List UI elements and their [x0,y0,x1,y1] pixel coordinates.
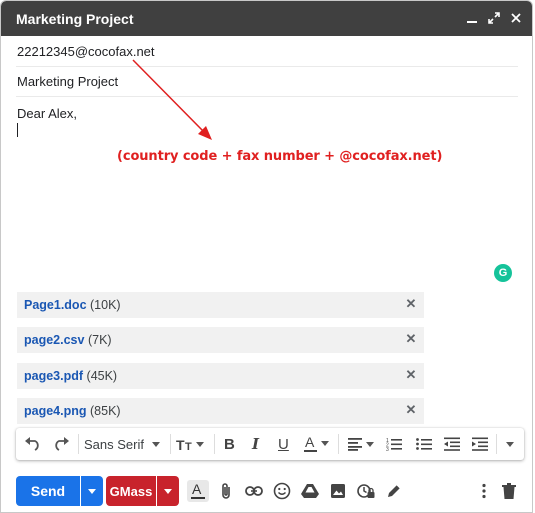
insert-link-icon[interactable] [243,480,265,502]
annotation-note: (country code + fax number + @cocofax.ne… [117,149,443,164]
google-drive-icon[interactable] [299,480,321,502]
signature-icon[interactable] [383,480,405,502]
more-options-icon[interactable] [473,480,495,502]
emoji-icon[interactable] [271,480,293,502]
subject-text[interactable]: Marketing Project [17,74,118,89]
toolbar-divider [214,434,215,454]
toolbar-divider [338,434,339,454]
remove-attachment-icon[interactable]: ✕ [405,368,417,382]
attachment-name: page2.csv (7K) [24,333,112,347]
attach-file-icon[interactable] [215,480,237,502]
underline-icon[interactable]: U [278,434,289,454]
attachment-name: page3.pdf (45K) [24,369,118,383]
svg-text:T: T [185,441,192,452]
chevron-down-icon [151,442,160,447]
toolbar-divider [170,434,171,454]
attachment-name: page4.png (85K) [24,404,121,418]
align-icon[interactable] [348,434,376,454]
attachment-chip[interactable]: page2.csv (7K) ✕ [17,327,424,353]
confidential-mode-icon[interactable] [355,480,377,502]
toolbar-divider [78,434,79,454]
svg-text:T: T [176,437,185,452]
indent-less-icon[interactable] [444,434,460,454]
font-family-select[interactable]: Sans Serif [84,434,161,454]
gmass-button[interactable]: GMass [106,476,156,506]
recipients-field[interactable]: 22212345@cocofax.net [16,37,518,67]
attachment-chip[interactable]: page3.pdf (45K) ✕ [17,363,424,389]
svg-text:A: A [305,435,315,450]
send-button[interactable]: Send [16,476,80,506]
toolbar-divider [496,434,497,454]
remove-attachment-icon[interactable]: ✕ [405,332,417,346]
formatting-toolbar: Sans Serif T T B I U A 1 2 3 [16,428,524,460]
compose-titlebar[interactable]: Marketing Project [1,1,532,36]
attachment-chip[interactable]: Page1.doc (10K) ✕ [17,292,424,318]
font-size-icon[interactable]: T T [176,434,206,454]
svg-text:A: A [192,482,202,497]
bulleted-list-icon[interactable] [416,434,432,454]
italic-icon[interactable]: I [252,434,259,454]
indent-more-icon[interactable] [472,434,488,454]
text-cursor [17,123,18,137]
gmass-options-button[interactable] [157,476,179,506]
attachment-chip[interactable]: page4.png (85K) ✕ [17,398,424,424]
undo-icon[interactable] [24,434,42,454]
insert-photo-icon[interactable] [327,480,349,502]
minimize-icon[interactable] [465,11,479,25]
discard-draft-icon[interactable] [498,480,520,502]
full-screen-icon[interactable] [487,11,501,25]
subject-field[interactable]: Marketing Project [16,67,518,97]
send-options-button[interactable] [81,476,103,506]
formatting-options-icon[interactable]: A [187,480,209,502]
close-icon[interactable] [509,11,523,25]
compose-title: Marketing Project [16,11,134,27]
body-greeting: Dear Alex, [17,106,77,121]
chevron-down-icon [88,489,96,494]
grammarly-icon[interactable]: G [494,264,512,282]
attachment-name: Page1.doc (10K) [24,298,121,312]
redo-icon[interactable] [52,434,70,454]
more-formatting-icon[interactable] [505,434,515,454]
recipient-address[interactable]: 22212345@cocofax.net [17,44,155,59]
text-color-icon[interactable]: A [304,434,332,454]
remove-attachment-icon[interactable]: ✕ [405,297,417,311]
numbered-list-icon[interactable]: 1 2 3 [386,434,402,454]
svg-text:3: 3 [386,447,389,451]
bold-icon[interactable]: B [224,434,235,454]
chevron-down-icon [164,489,172,494]
remove-attachment-icon[interactable]: ✕ [405,403,417,417]
message-body[interactable] [16,99,518,284]
